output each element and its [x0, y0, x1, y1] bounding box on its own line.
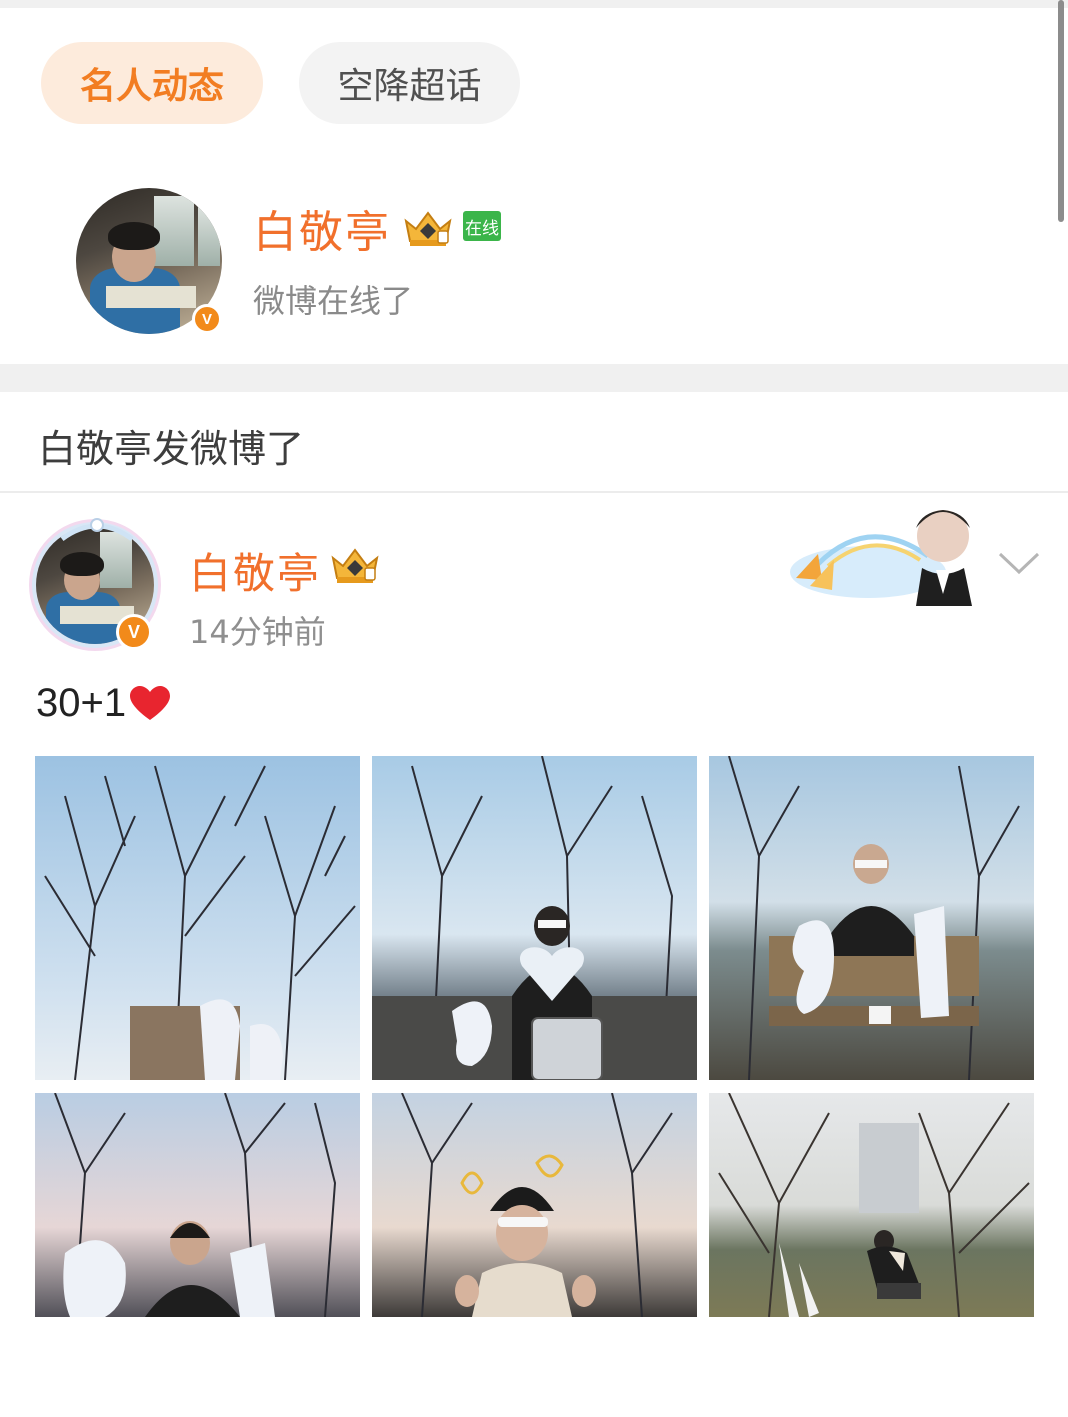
divider — [0, 491, 1068, 493]
scrollbar[interactable] — [1058, 0, 1064, 222]
section-separator — [0, 364, 1068, 392]
profile-name[interactable]: 白敬亭 — [253, 196, 391, 260]
post-photo-5[interactable] — [372, 1093, 697, 1417]
post-photo-6[interactable] — [709, 1093, 1034, 1417]
post-photo-2[interactable] — [372, 756, 697, 1080]
post-crown-badge-icon — [331, 548, 379, 583]
top-band — [0, 0, 1068, 8]
tab-celebrity-updates[interactable]: 名人动态 — [41, 42, 263, 124]
post-verified-badge-icon: V — [116, 614, 152, 650]
post-timestamp: 14分钟前 — [189, 613, 326, 651]
post-photo-1[interactable] — [35, 756, 360, 1080]
chevron-down-icon[interactable] — [996, 548, 1042, 578]
avatar-frame-icon — [60, 518, 134, 542]
post-photo-3[interactable] — [709, 756, 1034, 1080]
post-text: 30+1 — [36, 681, 171, 726]
post-author-name[interactable]: 白敬亭 — [189, 540, 321, 601]
online-badge: 在线 — [463, 211, 501, 241]
section-title: 白敬亭发微博了 — [38, 427, 305, 471]
heart-emoji-icon — [130, 685, 171, 720]
verified-badge-icon: V — [192, 304, 222, 334]
tab-super-topic[interactable]: 空降超话 — [299, 42, 520, 124]
post-text-content: 30+1 — [36, 681, 127, 725]
crown-badge-icon — [404, 211, 452, 246]
decoration-card-icon[interactable] — [788, 494, 978, 606]
profile-status: 微博在线了 — [253, 282, 414, 320]
post-photo-4[interactable] — [35, 1093, 360, 1417]
